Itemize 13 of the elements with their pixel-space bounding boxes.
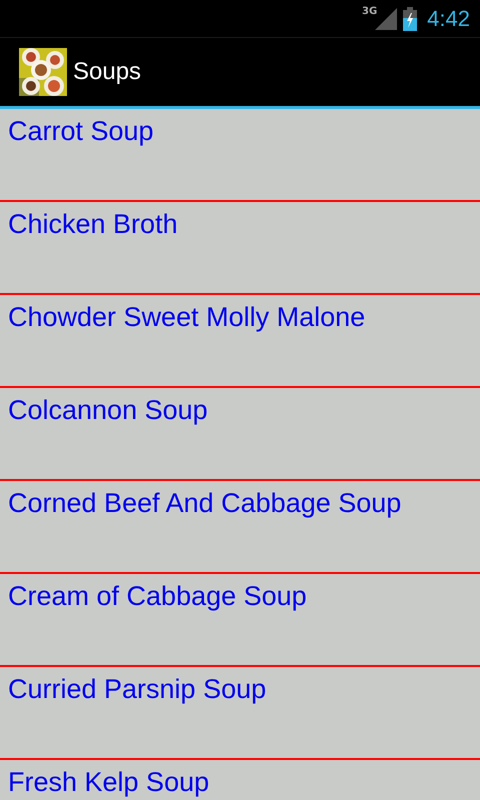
list-item[interactable]: Chowder Sweet Molly Malone xyxy=(0,295,366,333)
list-item[interactable]: Corned Beef And Cabbage Soup xyxy=(0,481,402,519)
list-item[interactable]: Carrot Soup xyxy=(0,109,154,147)
signal-icon xyxy=(375,8,398,30)
clock: 4:42 xyxy=(427,6,470,32)
network-label: 3G xyxy=(362,6,378,17)
list-item[interactable]: Cream of Cabbage Soup xyxy=(0,574,307,612)
screen-title: Soups xyxy=(73,58,142,86)
list-item[interactable]: Fresh Kelp Soup xyxy=(0,760,210,798)
list-item[interactable]: Colcannon Soup xyxy=(0,388,208,426)
battery-icon xyxy=(403,6,418,30)
list-item[interactable]: Chicken Broth xyxy=(0,202,178,240)
list-item[interactable]: Curried Parsnip Soup xyxy=(0,667,266,705)
